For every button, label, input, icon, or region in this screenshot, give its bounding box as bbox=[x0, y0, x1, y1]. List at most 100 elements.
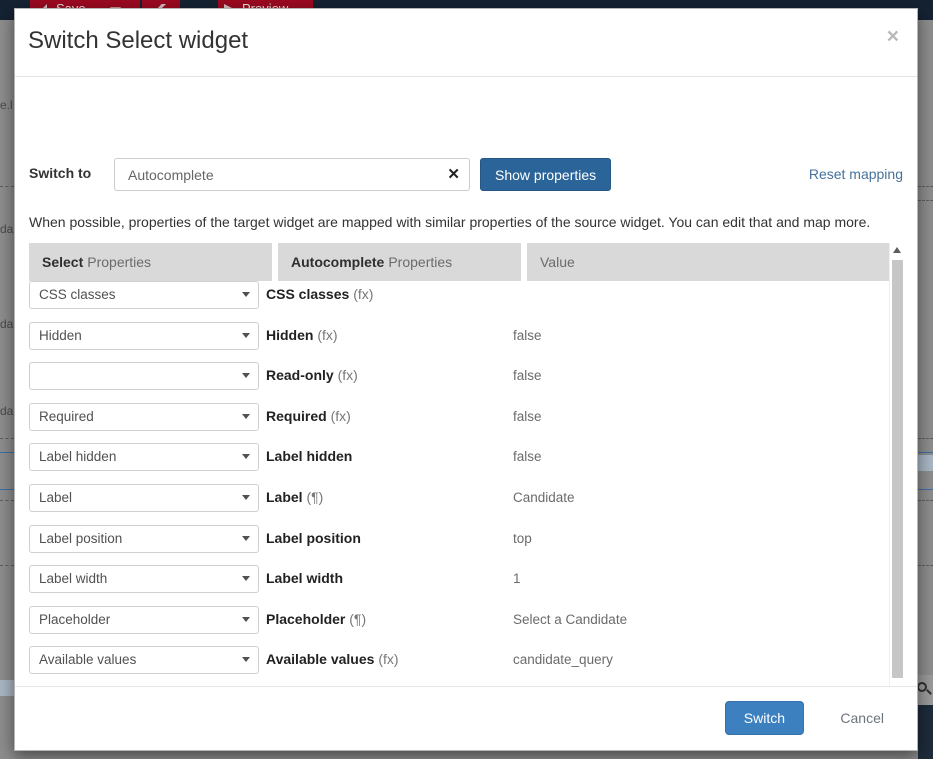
table-row: Label Label (¶) Candidate bbox=[29, 484, 889, 525]
source-property-select-value: CSS classes bbox=[39, 287, 116, 302]
property-value-cell: Select a Candidate bbox=[513, 606, 889, 627]
modal-body: Switch to Autocomplete ✕ Show properties… bbox=[15, 77, 917, 686]
chevron-down-icon bbox=[242, 536, 250, 541]
modal-header: Switch Select widget × bbox=[15, 9, 917, 77]
scrollbar-track[interactable] bbox=[890, 258, 904, 732]
column-header-target: Autocomplete Properties bbox=[278, 243, 521, 281]
property-value-cell bbox=[513, 281, 889, 287]
source-property-select[interactable]: Label bbox=[29, 484, 259, 512]
background-divider bbox=[0, 186, 14, 187]
reset-mapping-link[interactable]: Reset mapping bbox=[809, 166, 903, 182]
background-rule bbox=[918, 489, 933, 490]
source-property-cell: Required bbox=[29, 403, 266, 431]
source-property-select[interactable] bbox=[29, 362, 259, 390]
table-row: Available valuesAvailable values (fx)can… bbox=[29, 646, 889, 687]
target-property-type-suffix: (fx) bbox=[331, 408, 351, 424]
switch-widget-modal: Switch Select widget × Switch to Autocom… bbox=[14, 8, 918, 751]
table-row: Label positionLabel position top bbox=[29, 525, 889, 566]
target-property-name: Placeholder bbox=[266, 611, 345, 627]
background-divider bbox=[918, 565, 933, 566]
source-property-select[interactable]: CSS classes bbox=[29, 281, 259, 309]
switch-to-input[interactable]: Autocomplete ✕ bbox=[114, 158, 470, 191]
target-property-name: Available values bbox=[266, 651, 374, 667]
property-value-cell: candidate_query bbox=[513, 646, 889, 667]
background-divider bbox=[918, 186, 933, 187]
chevron-down-icon bbox=[242, 617, 250, 622]
switch-to-label: Switch to bbox=[29, 165, 91, 181]
close-icon[interactable]: × bbox=[883, 22, 903, 51]
target-property-name: Label width bbox=[266, 570, 343, 586]
table-header-row: Select Properties Autocomplete Propertie… bbox=[29, 243, 889, 281]
source-property-cell: Label hidden bbox=[29, 443, 266, 471]
modal-footer: Switch Cancel bbox=[15, 686, 917, 750]
target-property-cell: Label width bbox=[266, 565, 513, 586]
background-bottom-bar bbox=[918, 705, 933, 759]
show-properties-button[interactable]: Show properties bbox=[480, 158, 611, 191]
source-property-cell: Placeholder bbox=[29, 606, 266, 634]
source-property-select[interactable]: Required bbox=[29, 403, 259, 431]
source-property-select-value: Hidden bbox=[39, 328, 82, 343]
source-property-select[interactable]: Placeholder bbox=[29, 606, 259, 634]
target-property-name: Label bbox=[266, 489, 303, 505]
scrollbar-thumb[interactable] bbox=[892, 260, 903, 678]
table-row: Hidden Hidden (fx)false bbox=[29, 322, 889, 363]
switch-button[interactable]: Switch bbox=[725, 701, 804, 735]
background-divider bbox=[918, 200, 933, 201]
table-row: CSS classesCSS classes (fx) bbox=[29, 281, 889, 322]
chevron-down-icon bbox=[242, 373, 250, 378]
background-divider bbox=[918, 500, 933, 501]
table-row: Read-only (fx)false bbox=[29, 362, 889, 403]
property-value-cell: Candidate bbox=[513, 484, 889, 505]
table-row: Label hidden Label hidden false bbox=[29, 443, 889, 484]
source-property-select-value: Available values bbox=[39, 652, 136, 667]
target-property-name: Label position bbox=[266, 530, 361, 546]
property-value-cell: 1 bbox=[513, 565, 889, 586]
source-property-select-value: Label hidden bbox=[39, 449, 116, 464]
source-property-cell: CSS classes bbox=[29, 281, 266, 309]
source-property-cell bbox=[29, 362, 266, 390]
property-value-cell: false bbox=[513, 443, 889, 464]
switch-to-input-value: Autocomplete bbox=[128, 167, 214, 183]
column-header-target-strong: Autocomplete bbox=[291, 254, 384, 270]
source-property-cell: Hidden bbox=[29, 322, 266, 350]
target-property-cell: Label position bbox=[266, 525, 513, 546]
column-header-source-strong: Select bbox=[42, 254, 83, 270]
source-property-select[interactable]: Label hidden bbox=[29, 443, 259, 471]
source-property-select[interactable]: Label position bbox=[29, 525, 259, 553]
background-fragment-text: da bbox=[0, 222, 13, 236]
cancel-button[interactable]: Cancel bbox=[828, 701, 896, 735]
source-property-select[interactable]: Label width bbox=[29, 565, 259, 593]
table-body: CSS classesCSS classes (fx)HiddenHidden … bbox=[29, 281, 889, 747]
source-property-select[interactable]: Hidden bbox=[29, 322, 259, 350]
scroll-up-arrow-glyph bbox=[893, 247, 901, 253]
target-property-cell: Read-only (fx) bbox=[266, 362, 513, 383]
source-property-select[interactable]: Available values bbox=[29, 646, 259, 674]
background-divider bbox=[918, 438, 933, 439]
target-property-type-suffix: (¶) bbox=[306, 489, 323, 505]
target-property-name: Read-only bbox=[266, 367, 334, 383]
chevron-down-icon bbox=[242, 333, 250, 338]
search-icon-handle bbox=[926, 689, 932, 695]
target-property-name: Label hidden bbox=[266, 448, 352, 464]
chevron-down-icon bbox=[242, 414, 250, 419]
property-value-cell: false bbox=[513, 322, 889, 343]
target-property-type-suffix: (fx) bbox=[317, 327, 337, 343]
clear-x-icon[interactable]: ✕ bbox=[447, 165, 460, 183]
background-right-strip bbox=[918, 20, 933, 759]
vertical-scrollbar[interactable] bbox=[889, 243, 904, 747]
source-property-select-value: Label position bbox=[39, 531, 122, 546]
target-property-cell: Label hidden bbox=[266, 443, 513, 464]
source-property-cell: Label bbox=[29, 484, 266, 512]
source-property-select-value: Required bbox=[39, 409, 94, 424]
column-header-source: Select Properties bbox=[29, 243, 272, 281]
target-property-cell: Hidden (fx) bbox=[266, 322, 513, 343]
background-band bbox=[918, 455, 933, 471]
scroll-up-arrow-icon[interactable] bbox=[890, 243, 904, 258]
background-divider bbox=[0, 500, 14, 501]
target-property-cell: Required (fx) bbox=[266, 403, 513, 424]
chevron-down-icon bbox=[242, 576, 250, 581]
column-header-value: Value bbox=[527, 243, 889, 281]
source-property-select-value: Label bbox=[39, 490, 72, 505]
background-rule bbox=[0, 489, 14, 490]
chevron-down-icon bbox=[242, 657, 250, 662]
